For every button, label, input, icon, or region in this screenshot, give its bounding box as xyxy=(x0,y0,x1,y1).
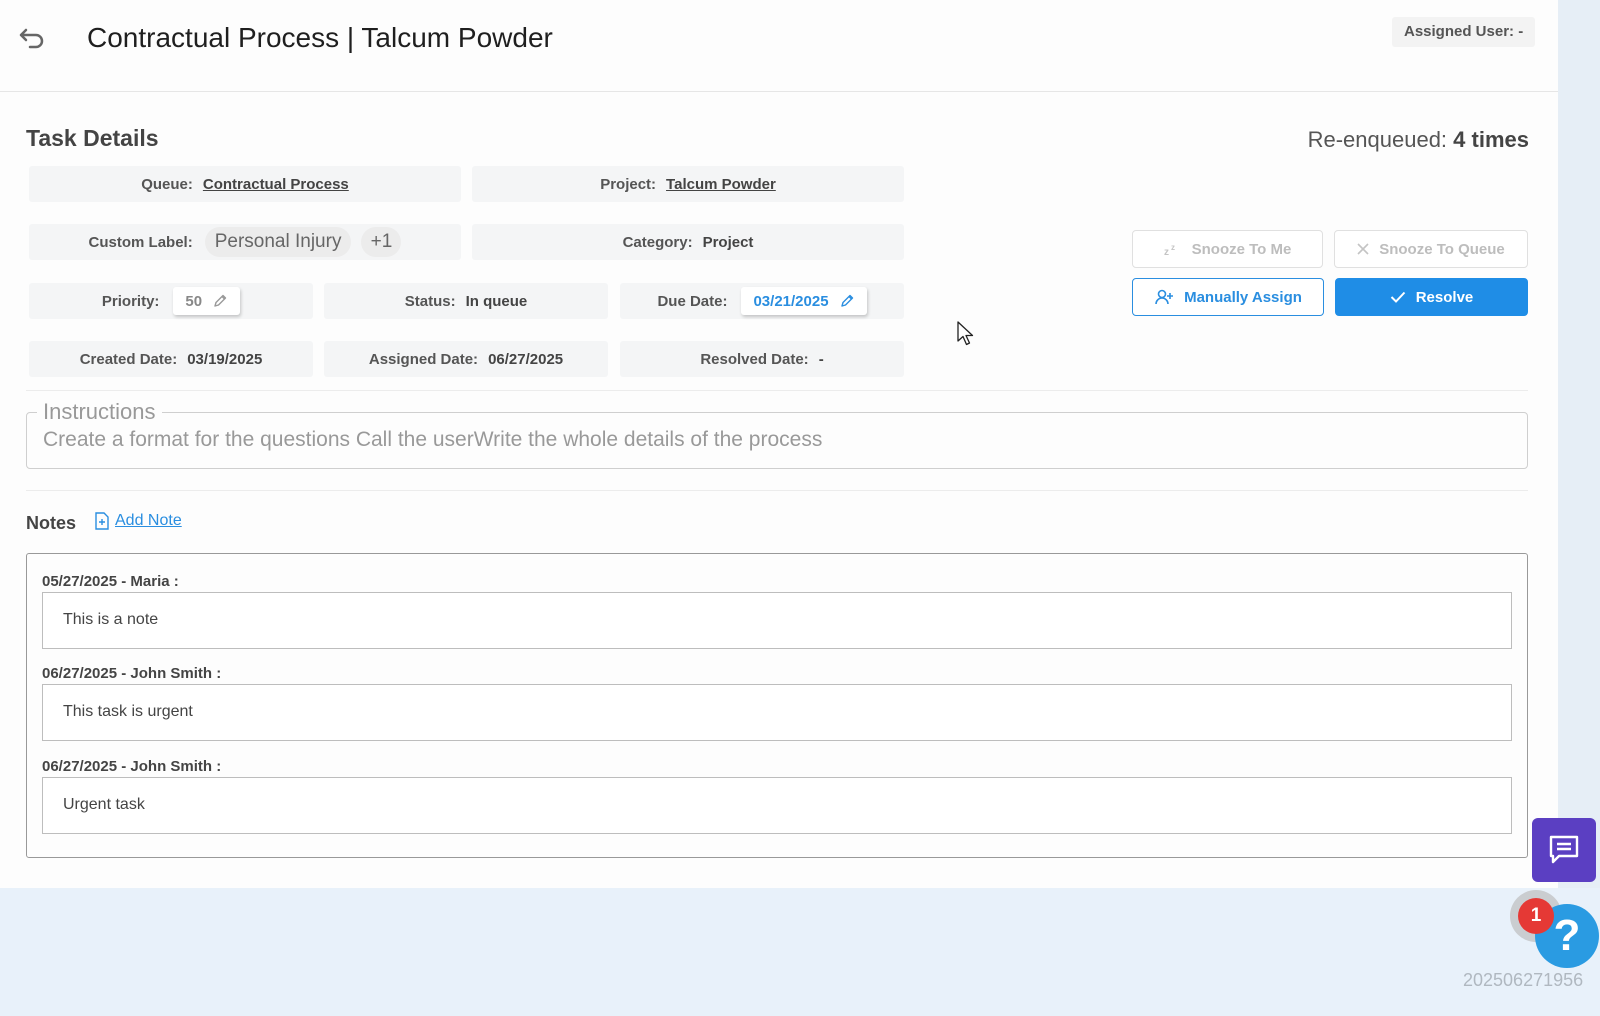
instructions-legend: Instructions xyxy=(37,399,162,425)
resolved-date-label: Resolved Date: xyxy=(700,350,809,368)
notes-label: Notes xyxy=(26,513,77,533)
project-link[interactable]: Talcum Powder xyxy=(666,176,776,193)
reenqueued-counter: Re-enqueued: 4 times xyxy=(1308,127,1529,153)
assigned-date-value: 06/27/2025 xyxy=(488,350,564,368)
priority-field: Priority: 50 xyxy=(29,283,313,319)
category-value: Project xyxy=(702,233,754,251)
notes-list: 05/27/2025 - Maria : This is a note 06/2… xyxy=(26,553,1528,858)
reenqueued-value: 4 times xyxy=(1453,127,1529,152)
resolved-date-field: Resolved Date: - xyxy=(620,341,904,377)
assigned-user-badge: Assigned User: - xyxy=(1392,17,1536,47)
assigned-user-label: Assigned User: xyxy=(1404,23,1515,40)
add-user-icon xyxy=(1155,289,1174,305)
status-label: Status: xyxy=(404,292,456,310)
notification-badge: 1 xyxy=(1518,898,1554,934)
note-header: 05/27/2025 - Maria : xyxy=(42,573,179,590)
snooze-to-me-button[interactable]: zz Snooze To Me xyxy=(1132,230,1323,268)
chat-button[interactable] xyxy=(1532,818,1596,882)
resolve-button[interactable]: Resolve xyxy=(1335,278,1528,316)
status-field: Status: In queue xyxy=(324,283,608,319)
mouse-cursor-icon xyxy=(957,321,975,352)
snooze-to-queue-button[interactable]: Snooze To Queue xyxy=(1334,230,1528,268)
back-arrow-icon[interactable] xyxy=(18,26,46,50)
project-label: Project: xyxy=(600,175,657,193)
svg-text:z: z xyxy=(1164,247,1169,256)
created-date-value: 03/19/2025 xyxy=(187,350,263,368)
note-header: 06/27/2025 - John Smith : xyxy=(42,758,222,775)
divider xyxy=(26,390,1528,391)
add-note-label: Add Note xyxy=(115,512,182,529)
custom-label-label: Custom Label: xyxy=(88,233,193,251)
note-body: This task is urgent xyxy=(42,684,1512,741)
queue-link[interactable]: Contractual Process xyxy=(203,176,349,193)
created-date-label: Created Date: xyxy=(79,350,178,368)
custom-label-more-chip[interactable]: +1 xyxy=(361,227,402,257)
note-body: Urgent task xyxy=(42,777,1512,834)
category-label: Category: xyxy=(622,233,693,251)
note-body: This is a note xyxy=(42,592,1512,649)
divider xyxy=(26,490,1528,491)
check-icon xyxy=(1390,291,1405,303)
task-details-title: Task Details xyxy=(26,125,159,151)
due-date-field: Due Date: 03/21/2025 xyxy=(620,283,904,319)
note-header: 06/27/2025 - John Smith : xyxy=(42,665,222,682)
status-value: In queue xyxy=(465,292,528,310)
page-header: Contractual Process | Talcum Powder Assi… xyxy=(0,0,1558,92)
chat-icon xyxy=(1549,835,1579,864)
build-number: 202506271956 xyxy=(1463,970,1584,990)
svg-text:z: z xyxy=(1171,243,1175,252)
add-note-link[interactable]: Add Note xyxy=(95,512,182,530)
assigned-date-label: Assigned Date: xyxy=(368,350,479,368)
close-icon xyxy=(1357,243,1369,255)
resolved-date-value: - xyxy=(818,350,824,368)
resolve-label: Resolve xyxy=(1415,288,1474,306)
assigned-user-value: - xyxy=(1518,23,1524,40)
priority-value: 50 xyxy=(185,292,203,310)
due-date-editor[interactable]: 03/21/2025 xyxy=(741,287,867,315)
add-note-icon xyxy=(95,512,109,530)
manually-assign-button[interactable]: Manually Assign xyxy=(1132,278,1324,316)
due-date-label: Due Date: xyxy=(657,292,728,310)
snooze-to-me-label: Snooze To Me xyxy=(1191,240,1292,258)
snooze-icon: zz xyxy=(1164,243,1175,256)
queue-field: Queue: Contractual Process xyxy=(29,166,461,202)
assigned-date-field: Assigned Date: 06/27/2025 xyxy=(324,341,608,377)
custom-label-chip[interactable]: Personal Injury xyxy=(204,227,352,257)
priority-label: Priority: xyxy=(101,292,160,310)
manually-assign-label: Manually Assign xyxy=(1184,288,1302,306)
edit-pencil-icon[interactable] xyxy=(839,293,855,309)
category-field: Category: Project xyxy=(472,224,904,260)
right-strip xyxy=(1558,0,1600,888)
instructions-text: Create a format for the questions Call t… xyxy=(43,428,823,451)
project-field: Project: Talcum Powder xyxy=(472,166,904,202)
created-date-field: Created Date: 03/19/2025 xyxy=(29,341,313,377)
help-question-icon: ? xyxy=(1553,911,1581,960)
due-date-value: 03/21/2025 xyxy=(753,292,829,310)
edit-pencil-icon[interactable] xyxy=(212,293,228,309)
reenqueued-label: Re-enqueued: xyxy=(1307,127,1448,152)
custom-label-field: Custom Label: Personal Injury +1 xyxy=(29,224,461,260)
queue-label: Queue: xyxy=(141,175,193,193)
snooze-to-queue-label: Snooze To Queue xyxy=(1379,240,1505,258)
priority-editor[interactable]: 50 xyxy=(173,287,241,315)
instructions-fieldset: Instructions Create a format for the que… xyxy=(26,399,1528,469)
page-title: Contractual Process | Talcum Powder xyxy=(87,22,553,53)
